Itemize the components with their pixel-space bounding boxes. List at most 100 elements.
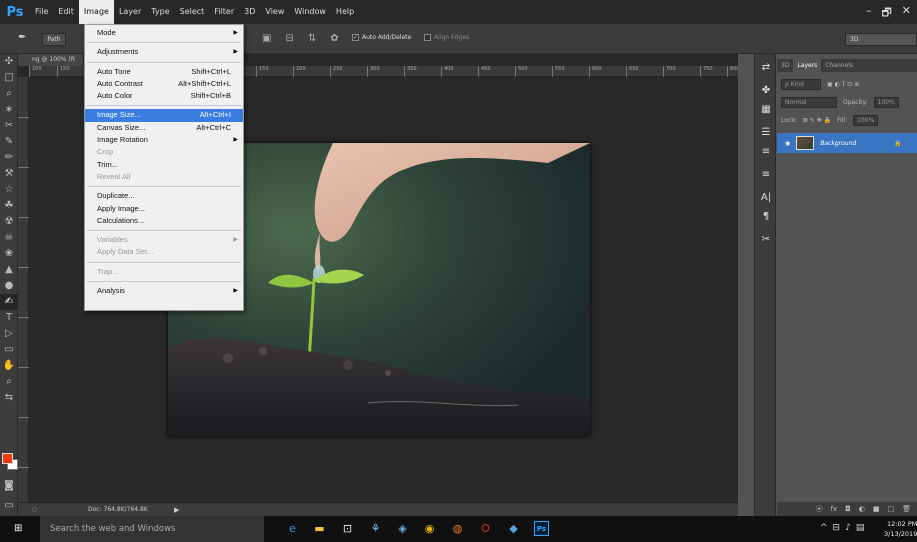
workspace-select[interactable]: 3D	[845, 33, 917, 46]
menu-item-auto-contrast[interactable]: Auto Contrast Alt+Shift+Ctrl+L	[85, 78, 243, 90]
swatches-panel-icon[interactable]: ▦	[755, 100, 777, 119]
zoom-tool-icon[interactable]: ⌕	[0, 374, 18, 390]
quick-mask-icon[interactable]: ◙	[0, 478, 18, 494]
store-icon[interactable]: ⊡	[340, 521, 355, 536]
status-menu-arrow-icon[interactable]: ▶	[174, 503, 179, 517]
crop-tool-icon[interactable]: ✂	[0, 118, 18, 134]
stamp-tool-icon[interactable]: ☆	[0, 182, 18, 198]
mask-icon[interactable]: ◘	[845, 505, 851, 513]
swap-colors-icon[interactable]: ⇆	[0, 390, 18, 406]
menu-item-trim[interactable]: Trim...	[85, 159, 243, 171]
close-button[interactable]: ✕	[902, 4, 911, 23]
properties-panel-icon[interactable]: ≡	[755, 165, 777, 184]
marquee-tool-icon[interactable]: □	[0, 70, 18, 86]
adjustment-layer-icon[interactable]: ◐	[859, 505, 865, 513]
auto-add-delete-option[interactable]: ✓ Auto Add/Delete	[352, 34, 411, 41]
path-combine-icon[interactable]: ▣	[262, 33, 271, 44]
path-select-tool-icon[interactable]: ▷	[0, 326, 18, 342]
tab-layers[interactable]: Layers	[793, 59, 822, 72]
media-app-icon[interactable]: ◆	[506, 521, 521, 536]
gear-icon[interactable]: ✿	[330, 33, 338, 44]
pen-tool-icon[interactable]: ✍	[0, 294, 18, 310]
menu-item-mode[interactable]: Mode ▶	[85, 27, 243, 39]
path-align-icon[interactable]: ⊟	[285, 33, 293, 44]
sponge-tool-icon[interactable]: ●	[0, 278, 18, 294]
menu-item-image-size[interactable]: Image Size... Alt+Ctrl+I	[85, 109, 243, 122]
foreground-color-swatch[interactable]	[2, 453, 13, 464]
taskbar-clock[interactable]: 12:02 PM 3/13/2019	[884, 519, 917, 539]
lasso-tool-icon[interactable]: ⌕	[0, 86, 18, 102]
tab-channels[interactable]: Channels	[821, 59, 857, 72]
quick-select-tool-icon[interactable]: ∗	[0, 102, 18, 118]
hand-tool-icon[interactable]: ✋	[0, 358, 18, 374]
new-layer-icon[interactable]: □	[887, 505, 894, 513]
firefox-icon[interactable]: ◍	[450, 521, 465, 536]
trash-icon[interactable]: 🗑	[902, 505, 911, 513]
volume-icon[interactable]: ♪	[845, 523, 851, 533]
menu-item-reveal-all[interactable]: Reveal All	[85, 171, 243, 183]
document-tab[interactable]: ng @ 100% (R	[18, 54, 83, 66]
screen-mode-icon[interactable]: ▭	[0, 498, 18, 514]
menu-type[interactable]: Type	[146, 0, 174, 24]
menu-select[interactable]: Select	[175, 0, 210, 24]
blend-mode-select[interactable]: Normal	[781, 96, 837, 108]
group-icon[interactable]: ■	[873, 505, 880, 513]
network-app-icon[interactable]: ⚘	[368, 521, 383, 536]
opera-icon[interactable]: O	[478, 521, 493, 536]
menu-item-auto-tone[interactable]: Auto Tone Shift+Ctrl+L	[85, 66, 243, 78]
move-tool-icon[interactable]: ✣	[0, 54, 18, 70]
link-layers-icon[interactable]: ⦿	[816, 504, 823, 514]
menu-item-analysis[interactable]: Analysis ▶	[85, 285, 243, 297]
menu-item-apply-image[interactable]: Apply Image...	[85, 203, 243, 215]
tab-3d[interactable]: 3D	[777, 59, 793, 72]
menu-item-apply-data-set[interactable]: Apply Data Set...	[85, 246, 243, 258]
color-swatches[interactable]	[2, 453, 18, 473]
chrome-icon[interactable]: ◉	[422, 521, 437, 536]
menu-item-calculations[interactable]: Calculations...	[85, 215, 243, 227]
taskbar-search-box[interactable]: Search the web and Windows	[40, 516, 264, 542]
path-arrange-icon[interactable]: ⇅	[308, 33, 316, 44]
menu-file[interactable]: File	[30, 0, 53, 24]
menu-item-canvas-size[interactable]: Canvas Size... Alt+Ctrl+C	[85, 122, 243, 134]
pen-tool-icon[interactable]: ✒	[18, 32, 26, 43]
zoom-indicator[interactable]: ○	[32, 503, 37, 517]
minimize-button[interactable]: –	[866, 4, 872, 23]
menu-item-duplicate[interactable]: Duplicate...	[85, 190, 243, 202]
gradient-tool-icon[interactable]: ☠	[0, 230, 18, 246]
paragraph-panel-icon[interactable]: ¶	[755, 207, 777, 226]
menu-help[interactable]: Help	[331, 0, 359, 24]
type-tool-icon[interactable]: T	[0, 310, 18, 326]
dodge-tool-icon[interactable]: ▲	[0, 262, 18, 278]
history-brush-icon[interactable]: ☘	[0, 198, 18, 214]
menu-edit[interactable]: Edit	[53, 0, 79, 24]
photoshop-taskbar-icon[interactable]: Ps	[534, 521, 549, 536]
fx-icon[interactable]: fx	[831, 505, 838, 513]
restore-button[interactable]: 🗗	[881, 4, 891, 23]
align-edges-checkbox[interactable]	[424, 34, 431, 41]
menu-view[interactable]: View	[260, 0, 289, 24]
adjustments-panel-icon[interactable]: ≡	[755, 142, 777, 161]
visibility-eye-icon[interactable]: ◉	[785, 140, 790, 147]
brush-panel-icon[interactable]: ☰	[755, 123, 777, 142]
actions-panel-icon[interactable]: ✤	[755, 81, 777, 100]
path-mode-select[interactable]: Path	[42, 33, 66, 46]
menu-filter[interactable]: Filter	[209, 0, 239, 24]
shape-tool-icon[interactable]: ▭	[0, 342, 18, 358]
eyedropper-tool-icon[interactable]: ✎	[0, 134, 18, 150]
menu-item-auto-color[interactable]: Auto Color Shift+Ctrl+B	[85, 90, 243, 102]
eraser-tool-icon[interactable]: ☢	[0, 214, 18, 230]
tray-up-arrow-icon[interactable]: ^	[820, 523, 828, 533]
healing-tool-icon[interactable]: ✏	[0, 150, 18, 166]
menu-item-variables[interactable]: Variables ▶	[85, 234, 243, 246]
layer-kind-filter[interactable]: ρ Kind	[781, 78, 821, 90]
layer-row-background[interactable]: ◉ Background 🔒	[777, 133, 917, 153]
align-edges-option[interactable]: Align Edges	[424, 34, 469, 41]
file-explorer-icon[interactable]: ▬	[312, 521, 327, 536]
menu-3d[interactable]: 3D	[239, 0, 260, 24]
menu-layer[interactable]: Layer	[114, 0, 146, 24]
windows-start-icon[interactable]: ⊞	[14, 523, 26, 535]
edge-icon[interactable]: e	[285, 521, 300, 536]
lock-icons[interactable]: ⊠ ✎ ✥ 🔒	[803, 117, 831, 124]
network-icon[interactable]: ⊟	[833, 523, 841, 533]
action-center-icon[interactable]: ▤	[856, 523, 865, 533]
